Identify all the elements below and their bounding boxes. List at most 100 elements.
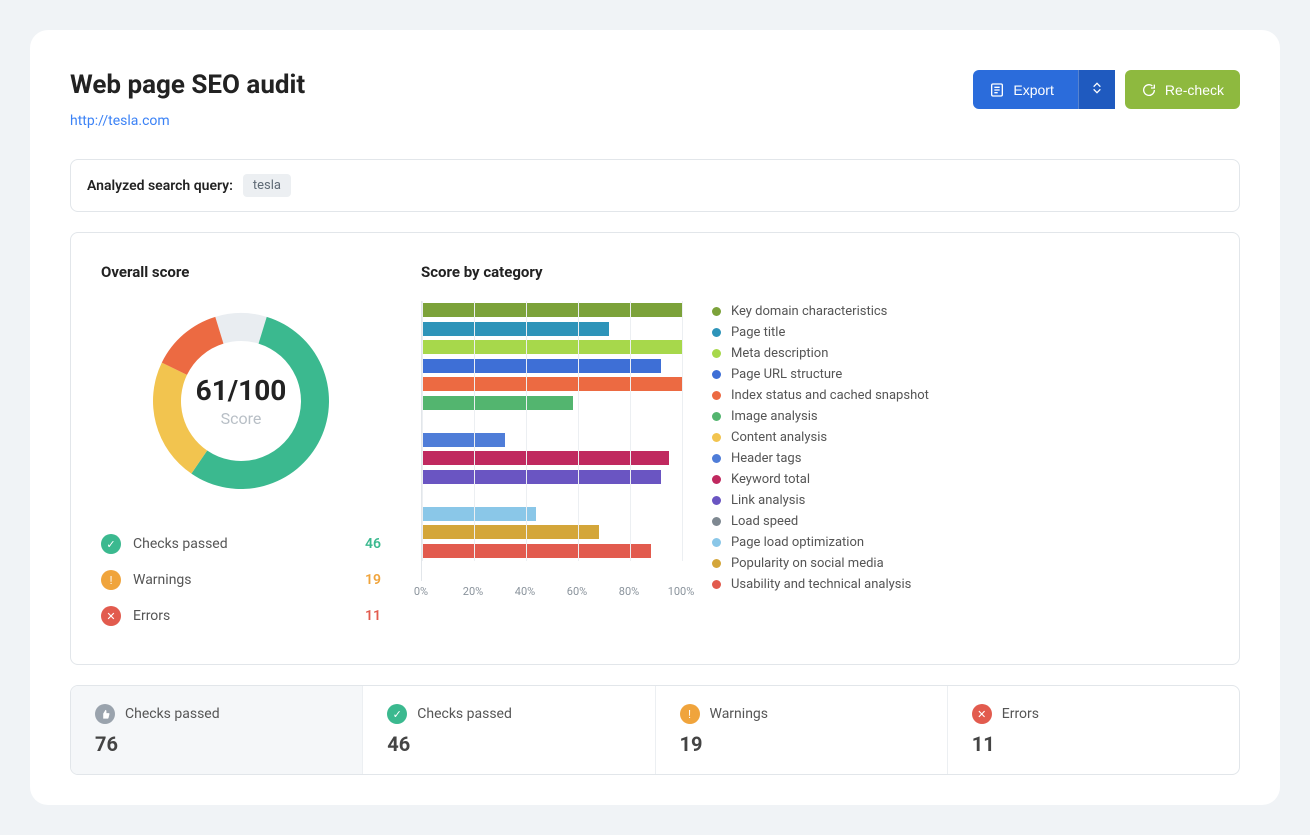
legend-item: Page load optimization — [712, 532, 929, 553]
legend-dot-icon — [712, 517, 721, 526]
stat-label: Checks passed — [133, 536, 353, 552]
audited-url[interactable]: http://tesla.com — [70, 113, 170, 129]
summary-row: Checks passed76 ✓ Checks passed 46! Warnings… — [70, 685, 1240, 775]
category-bars — [421, 301, 682, 581]
legend-item: Keyword total — [712, 469, 929, 490]
bar-row — [422, 301, 682, 320]
legend-dot-icon — [712, 538, 721, 547]
bar-row — [422, 338, 682, 357]
legend-dot-icon — [712, 580, 721, 589]
err-icon: ✕ — [101, 606, 121, 626]
legend-item: Image analysis — [712, 406, 929, 427]
search-query-row: Analyzed search query: tesla — [70, 159, 1240, 212]
bar — [422, 322, 609, 336]
summary-cell[interactable]: ✕ Errors 11 — [948, 686, 1239, 774]
summary-value: 19 — [680, 732, 923, 756]
legend-dot-icon — [712, 307, 721, 316]
page-title: Web page SEO audit — [70, 70, 305, 100]
summary-label: Checks passed — [125, 706, 220, 722]
legend-item: Usability and technical analysis — [712, 574, 929, 595]
overall-stat-row: ! Warnings 19 — [101, 562, 381, 598]
bar — [422, 507, 536, 521]
bycat-heading: Score by category — [421, 263, 1209, 281]
legend-dot-icon — [712, 433, 721, 442]
title-block: Web page SEO audit http://tesla.com — [70, 70, 305, 129]
legend-dot-icon — [712, 475, 721, 484]
donut-chart: 61/100 Score — [141, 301, 341, 501]
legend-label: Link analysis — [731, 493, 805, 508]
bar — [422, 544, 651, 558]
category-legend: Key domain characteristics Page title Meta… — [712, 301, 929, 601]
legend-dot-icon — [712, 370, 721, 379]
overview-panel: Overall score 61/100 Score ✓Checks passe… — [70, 232, 1240, 665]
summary-cell[interactable]: Checks passed76 — [71, 686, 363, 774]
axis-tick: 60% — [567, 585, 587, 598]
stat-label: Warnings — [133, 572, 353, 588]
score-by-category-block: Score by category 0%20%40%60%80%100% Key… — [421, 263, 1209, 634]
search-query-label: Analyzed search query: — [87, 178, 233, 194]
legend-item: Key domain characteristics — [712, 301, 929, 322]
bar-row — [422, 468, 682, 487]
bar-row — [422, 375, 682, 394]
legend-label: Image analysis — [731, 409, 818, 424]
legend-label: Header tags — [731, 451, 801, 466]
legend-label: Key domain characteristics — [731, 304, 887, 319]
summary-label: Warnings — [710, 706, 769, 722]
legend-label: Page title — [731, 325, 785, 340]
legend-dot-icon — [712, 412, 721, 421]
axis-tick: 20% — [463, 585, 483, 598]
recheck-label: Re-check — [1165, 82, 1224, 98]
summary-cell[interactable]: ! Warnings 19 — [656, 686, 948, 774]
warn-icon: ! — [680, 704, 700, 724]
summary-value: 46 — [387, 732, 630, 756]
legend-label: Meta description — [731, 346, 828, 361]
bar-row — [422, 486, 682, 505]
search-query-value: tesla — [243, 174, 291, 197]
score-value: 61/100 — [196, 374, 287, 407]
legend-item: Page URL structure — [712, 364, 929, 385]
bar — [422, 396, 573, 410]
legend-dot-icon — [712, 559, 721, 568]
legend-dot-icon — [712, 454, 721, 463]
bar — [422, 340, 682, 354]
summary-cell[interactable]: ✓ Checks passed 46 — [363, 686, 655, 774]
chevron-updown-icon — [1089, 80, 1105, 96]
export-label: Export — [1013, 82, 1053, 98]
legend-label: Page URL structure — [731, 367, 842, 382]
bar — [422, 303, 682, 317]
bar-row — [422, 320, 682, 339]
check-icon: ✓ — [387, 704, 407, 724]
bar — [422, 451, 669, 465]
bar-row — [422, 505, 682, 524]
legend-dot-icon — [712, 496, 721, 505]
legend-item: Index status and cached snapshot — [712, 385, 929, 406]
action-buttons: Export Re-check — [973, 70, 1240, 109]
export-caret[interactable] — [1078, 70, 1115, 109]
pdf-icon — [989, 82, 1005, 98]
legend-label: Content analysis — [731, 430, 827, 445]
x-axis: 0%20%40%60%80%100% — [421, 585, 682, 601]
legend-label: Page load optimization — [731, 535, 864, 550]
overall-score-block: Overall score 61/100 Score ✓Checks passe… — [101, 263, 381, 634]
stat-value: 19 — [365, 572, 381, 588]
bar-row — [422, 523, 682, 542]
bar-row — [422, 412, 682, 431]
summary-label: Checks passed — [417, 706, 512, 722]
legend-label: Index status and cached snapshot — [731, 388, 929, 403]
err-icon: ✕ — [972, 704, 992, 724]
bar-row — [422, 357, 682, 376]
overall-heading: Overall score — [101, 263, 381, 281]
bar-row — [422, 542, 682, 561]
legend-label: Popularity on social media — [731, 556, 884, 571]
legend-label: Load speed — [731, 514, 798, 529]
axis-tick: 40% — [515, 585, 535, 598]
export-button[interactable]: Export — [973, 70, 1114, 109]
bar — [422, 377, 682, 391]
legend-item: Link analysis — [712, 490, 929, 511]
summary-value: 11 — [972, 732, 1215, 756]
legend-dot-icon — [712, 391, 721, 400]
summary-label: Errors — [1002, 706, 1039, 722]
axis-tick: 100% — [668, 585, 695, 598]
recheck-button[interactable]: Re-check — [1125, 70, 1240, 109]
warn-icon: ! — [101, 570, 121, 590]
